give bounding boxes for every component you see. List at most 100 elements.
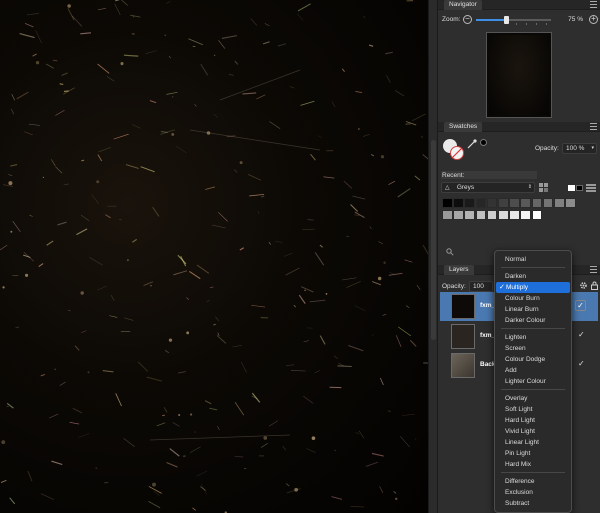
palette-swatch[interactable] bbox=[498, 198, 509, 208]
layers-menu-icon[interactable] bbox=[590, 266, 597, 273]
layer-name: fxm_ bbox=[480, 332, 496, 339]
menu-separator bbox=[501, 472, 565, 473]
palette-swatch[interactable] bbox=[464, 198, 475, 208]
zoom-label: Zoom: bbox=[442, 16, 461, 23]
blend-mode-item[interactable]: Hard Mix bbox=[495, 459, 571, 470]
swatches-header: Swatches bbox=[438, 122, 600, 132]
palette-swatch[interactable] bbox=[442, 198, 453, 208]
palette-grid-view-icon[interactable] bbox=[539, 183, 549, 193]
layer-opacity-label: Opacity: bbox=[442, 283, 466, 290]
palette-swatch[interactable] bbox=[486, 210, 498, 220]
blend-mode-item[interactable]: Overlay bbox=[495, 393, 571, 404]
panel-scrollbar[interactable] bbox=[431, 140, 436, 340]
layer-thumbnail bbox=[451, 324, 475, 349]
tab-layers[interactable]: Layers bbox=[444, 265, 474, 275]
blend-mode-item[interactable]: Lighten bbox=[495, 332, 571, 343]
palette-swatch[interactable] bbox=[475, 210, 487, 220]
zoom-out-button[interactable]: − bbox=[463, 15, 472, 24]
palette-name: Greys bbox=[456, 184, 475, 191]
stroke-colour-swatch[interactable] bbox=[450, 146, 464, 160]
palette-swatch[interactable] bbox=[520, 210, 531, 220]
swatches-opacity-label: Opacity: bbox=[535, 145, 559, 152]
blend-mode-item[interactable]: Darken bbox=[495, 271, 571, 282]
navigator-preview[interactable] bbox=[486, 32, 552, 118]
tab-navigator[interactable]: Navigator bbox=[444, 0, 482, 10]
swatches-menu-icon[interactable] bbox=[590, 123, 597, 130]
blend-mode-item[interactable]: Screen bbox=[495, 343, 571, 354]
checkmark-icon: ✓ bbox=[499, 284, 505, 291]
chevron-down-icon: ▾ bbox=[591, 145, 594, 151]
blend-mode-item[interactable]: ✓ Multiply bbox=[496, 282, 570, 293]
document-canvas[interactable] bbox=[0, 0, 428, 513]
blend-mode-item[interactable]: Add bbox=[495, 365, 571, 376]
colour-picker-icon[interactable] bbox=[467, 139, 477, 149]
no-colour-slash-icon bbox=[451, 147, 463, 159]
zoom-slider-thumb[interactable] bbox=[504, 16, 509, 24]
palette-swatch[interactable] bbox=[498, 210, 509, 220]
palette-list-view-icon[interactable] bbox=[586, 184, 596, 192]
layer-thumbnail bbox=[451, 353, 475, 378]
palette-swatch[interactable] bbox=[464, 210, 475, 220]
palette-swatch[interactable] bbox=[475, 198, 487, 208]
swatches-opacity-value: 100 % bbox=[566, 145, 585, 152]
palette-swatch[interactable] bbox=[531, 198, 543, 208]
zoom-tick bbox=[516, 23, 517, 25]
updown-chevron-icon: ⇕ bbox=[527, 184, 532, 190]
blend-mode-item[interactable]: Colour Dodge bbox=[495, 354, 571, 365]
layer-visibility-check[interactable]: ✓ bbox=[578, 359, 585, 368]
navigator-header: Navigator bbox=[438, 0, 600, 10]
black-swatch[interactable] bbox=[576, 185, 583, 191]
palette-swatch[interactable] bbox=[531, 210, 543, 220]
palette-triangle-icon: △ bbox=[445, 185, 450, 191]
blend-mode-menu[interactable]: Normal Darken ✓ Multiply Colour Burn Linear B… bbox=[494, 250, 572, 513]
palette-swatch[interactable] bbox=[542, 198, 554, 208]
lock-icon[interactable] bbox=[591, 281, 598, 290]
panel-splitter[interactable] bbox=[428, 0, 438, 513]
blend-mode-item[interactable]: Lighter Colour bbox=[495, 376, 571, 387]
gear-icon[interactable] bbox=[579, 281, 588, 290]
palette-swatch[interactable] bbox=[509, 210, 520, 220]
zoom-slider[interactable] bbox=[476, 16, 551, 25]
current-colour-dot[interactable] bbox=[480, 139, 487, 146]
swatches-opacity-field[interactable]: 100 % ▾ bbox=[562, 143, 597, 154]
menu-separator bbox=[501, 267, 565, 268]
white-swatch[interactable] bbox=[568, 185, 575, 191]
navigator-menu-icon[interactable] bbox=[590, 1, 597, 8]
palette-swatch[interactable] bbox=[453, 210, 464, 220]
canvas-texture bbox=[0, 0, 428, 513]
blend-mode-item[interactable]: Soft Light bbox=[495, 404, 571, 415]
palette-swatch[interactable] bbox=[453, 198, 464, 208]
recent-label: Recent: bbox=[442, 172, 465, 179]
palette-swatch[interactable] bbox=[442, 210, 453, 220]
tab-swatches[interactable]: Swatches bbox=[444, 122, 483, 132]
blend-mode-item[interactable]: Darker Colour bbox=[495, 315, 571, 326]
zoom-value[interactable]: 75 % bbox=[559, 14, 583, 25]
layer-thumbnail bbox=[451, 294, 475, 319]
search-icon bbox=[446, 248, 454, 256]
blend-mode-item[interactable]: Exclusion bbox=[495, 487, 571, 498]
layer-visibility-check[interactable]: ✓ bbox=[578, 330, 585, 339]
blend-mode-item[interactable]: Linear Light bbox=[495, 437, 571, 448]
palette-select[interactable]: △ Greys ⇕ bbox=[441, 182, 535, 193]
palette-swatch[interactable] bbox=[565, 198, 576, 208]
menu-separator bbox=[501, 389, 565, 390]
palette-swatch[interactable] bbox=[520, 198, 531, 208]
blend-mode-item[interactable]: Normal bbox=[495, 254, 571, 265]
layer-opacity-field[interactable]: 100 % bbox=[469, 281, 493, 299]
blend-mode-item[interactable]: Difference bbox=[495, 476, 571, 487]
blend-mode-item[interactable]: Hard Light bbox=[495, 415, 571, 426]
palette-swatch[interactable] bbox=[486, 198, 498, 208]
menu-separator bbox=[501, 328, 565, 329]
zoom-tick bbox=[526, 23, 527, 25]
palette-swatch[interactable] bbox=[554, 198, 565, 208]
palette-swatch[interactable] bbox=[509, 198, 520, 208]
zoom-tick bbox=[536, 23, 537, 25]
layer-visibility-checkbox[interactable]: ✓ bbox=[575, 300, 586, 311]
blend-mode-item[interactable]: Vivid Light bbox=[495, 426, 571, 437]
blend-mode-item[interactable]: Colour Burn bbox=[495, 293, 571, 304]
blend-mode-item[interactable]: Linear Burn bbox=[495, 304, 571, 315]
blend-mode-item[interactable]: Subtract bbox=[495, 498, 571, 509]
blend-mode-item[interactable]: Pin Light bbox=[495, 448, 571, 459]
zoom-tick bbox=[546, 23, 547, 25]
zoom-in-button[interactable]: + bbox=[589, 15, 598, 24]
